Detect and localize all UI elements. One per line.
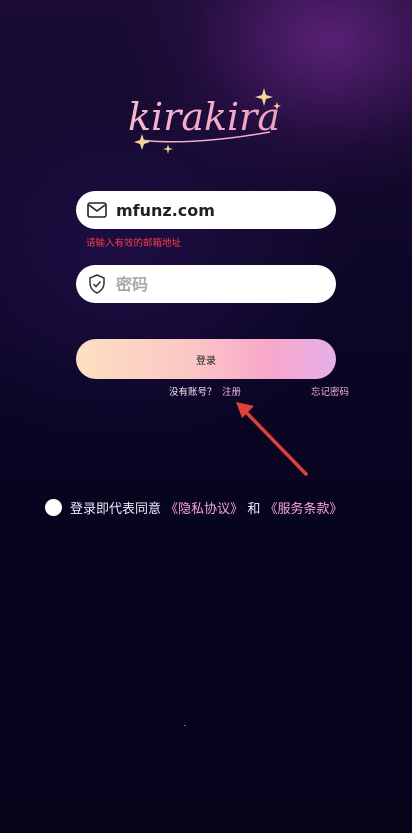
kirakira-logo: kirakira [120, 82, 290, 162]
shield-icon [86, 273, 108, 295]
agreement-row: 登录即代表同意 《隐私协议》 和 《服务条款》 [45, 497, 342, 517]
email-field[interactable] [76, 191, 336, 229]
email-input[interactable] [116, 191, 316, 229]
decorative-dot [184, 725, 186, 726]
privacy-link[interactable]: 《隐私协议》 [165, 502, 243, 517]
agree-radio[interactable] [45, 498, 62, 516]
password-field[interactable] [76, 265, 336, 303]
no-account-text: 没有账号？ [169, 387, 217, 398]
email-error-text: 请输入有效的邮箱地址 [86, 238, 182, 249]
mail-icon [86, 199, 108, 221]
agreement-conjunction: 和 [247, 501, 261, 517]
terms-link[interactable]: 《服务条款》 [264, 502, 342, 517]
arrow-annotation [228, 392, 318, 482]
login-button-label: 登录 [196, 355, 216, 367]
password-input[interactable] [116, 265, 316, 303]
agreement-prefix: 登录即代表同意 [70, 501, 162, 517]
logo-text: kirakira [128, 95, 280, 139]
login-button[interactable]: 登录 [76, 339, 336, 379]
